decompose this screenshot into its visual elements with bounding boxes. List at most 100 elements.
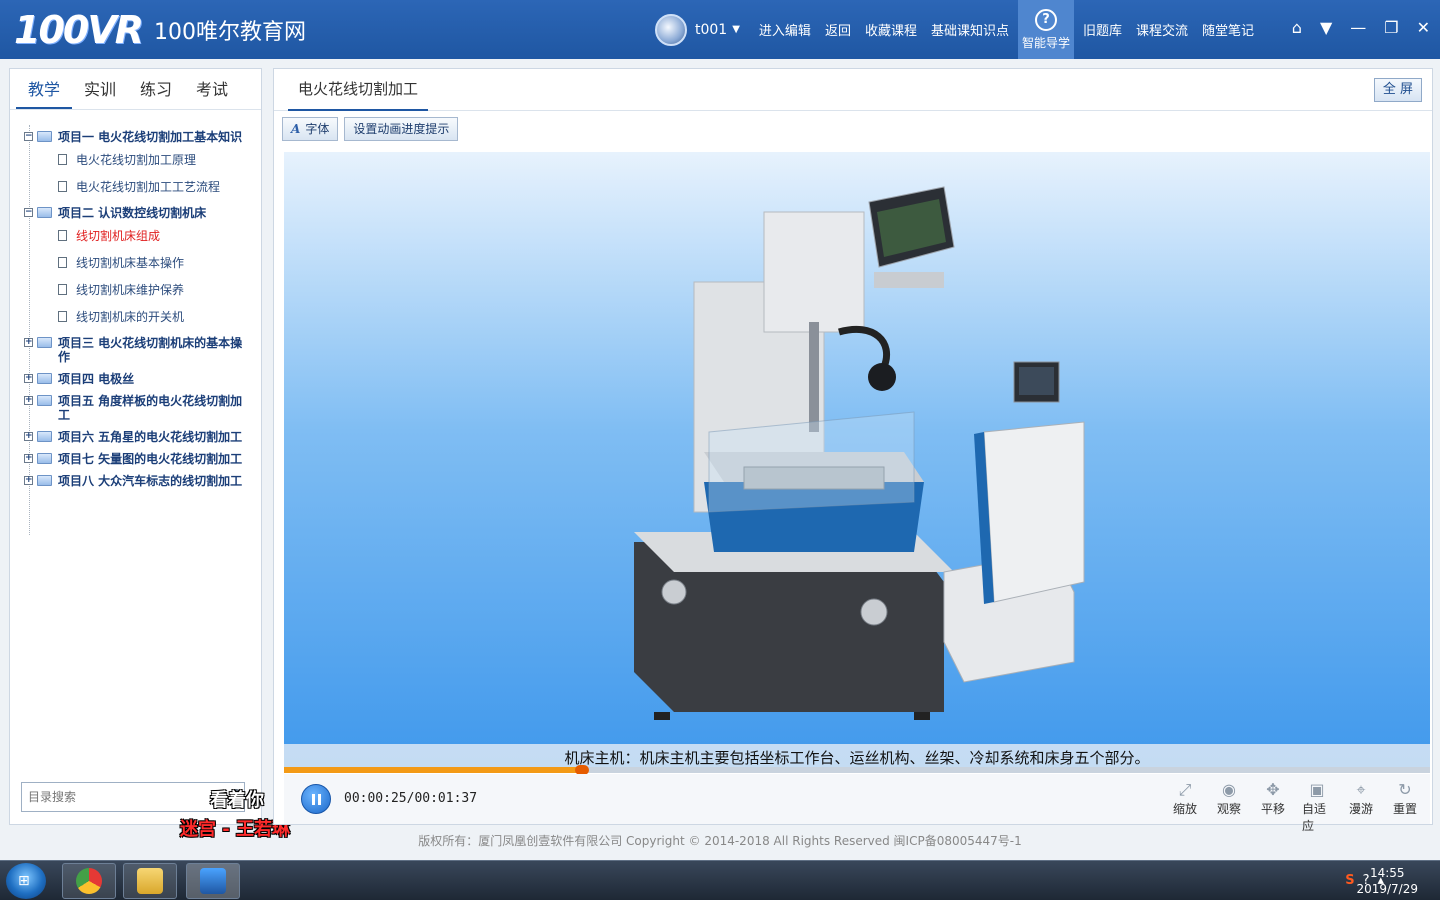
folder-icon <box>37 337 52 348</box>
nav-course-discussion[interactable]: 课程交流 <box>1136 20 1188 39</box>
handwheel-left <box>661 579 687 605</box>
expand-icon[interactable]: + <box>24 396 33 405</box>
handwheel-front <box>860 598 888 626</box>
catalog-tree: − 项目一 电火花线切割加工基本知识 电火花线切割加工原理 电火花线切割加工工艺… <box>10 110 261 535</box>
document-icon <box>58 256 67 268</box>
nav-old-question-bank[interactable]: 旧题库 <box>1083 20 1122 39</box>
tree-leaf[interactable]: 电火花线切割加工原理 <box>58 152 261 167</box>
tree-node-project-6[interactable]: + 项目六 五角星的电火花线切割加工 <box>24 430 261 444</box>
pause-button[interactable] <box>301 784 331 814</box>
pan-label: 平移 <box>1260 802 1285 816</box>
expand-icon[interactable]: + <box>24 432 33 441</box>
playback-progress-bar[interactable] <box>284 765 1430 775</box>
tree-node-project-3[interactable]: + 项目三 电火花线切割机床的基本操作 <box>24 336 261 364</box>
roam-label: 漫游 <box>1348 802 1373 816</box>
pan-button[interactable]: ✥ 平移 <box>1258 780 1288 834</box>
wire-edm-machine-model <box>634 186 1085 720</box>
user-name: t001 <box>695 21 728 38</box>
minimize-icon[interactable]: — <box>1350 18 1366 37</box>
tab-teaching[interactable]: 教学 <box>16 69 73 109</box>
zoom-button[interactable]: ⤢ 缩放 <box>1170 780 1200 834</box>
nav-notes[interactable]: 随堂笔记 <box>1202 20 1254 39</box>
collapse-icon[interactable]: − <box>24 208 33 217</box>
reset-label: 重置 <box>1392 802 1417 816</box>
tree-leaf[interactable]: 电火花线切割加工工艺流程 <box>58 179 261 194</box>
progress-fill <box>284 767 582 773</box>
nav-back[interactable]: 返回 <box>825 20 851 39</box>
content-panel: 电火花线切割加工 全 屏 A 字体 设置动画进度提示 机床主机：机床主机主要包括… <box>273 68 1433 833</box>
clock-date: 2019/7/29 <box>1356 882 1418 896</box>
folder-open-icon <box>37 131 52 142</box>
fit-button[interactable]: ▣ 自适应 <box>1302 780 1332 834</box>
roam-button[interactable]: ⌖ 漫游 <box>1346 780 1376 834</box>
expand-icon[interactable]: + <box>24 454 33 463</box>
monitor-arm <box>874 272 944 288</box>
tree-leaf[interactable]: 线切割机床维护保养 <box>58 282 261 297</box>
fullscreen-button[interactable]: 全 屏 <box>1373 78 1422 102</box>
logo[interactable]: 100VR 100唯尔教育网 <box>14 8 306 52</box>
tree-leaf[interactable]: 线切割机床基本操作 <box>58 255 261 270</box>
user-menu[interactable]: t001 ▼ <box>695 22 740 38</box>
fit-icon: ▣ <box>1309 780 1325 799</box>
tree-node-project-5[interactable]: + 项目五 角度样板的电火花线切割加工 <box>24 394 261 422</box>
3d-viewer[interactable]: 机床主机：机床主机主要包括坐标工作台、运丝机构、丝架、冷却系统和床身五个部分。 <box>284 152 1430 772</box>
windows-logo-icon: ⊞ <box>18 873 30 889</box>
view-controls: ⤢ 缩放 ◉ 观察 ✥ 平移 ▣ 自适应 ⌖ 漫游 ↻ 重置 <box>1170 780 1420 834</box>
content-tabbar: 电火花线切割加工 全 屏 <box>274 69 1432 111</box>
close-icon[interactable]: ✕ <box>1417 18 1430 37</box>
tree-node-project-2[interactable]: − 项目二 认识数控线切割机床 <box>24 206 261 220</box>
cabinet-monitor-screen <box>1019 367 1054 395</box>
system-clock[interactable]: 14:55 2019/7/29 <box>1356 865 1418 897</box>
catalog-panel: 教学 实训 练习 考试 − 项目一 电火花线切割加工基本知识 电火花线切割加工原… <box>9 68 262 825</box>
lamp-head <box>868 363 896 391</box>
tab-exam[interactable]: 考试 <box>184 69 240 109</box>
nav-knowledge-points[interactable]: 基础课知识点 <box>931 20 1009 39</box>
expand-icon[interactable]: + <box>24 374 33 383</box>
location-pin-icon: ⌖ <box>1356 780 1366 799</box>
taskbar-100vr-app[interactable] <box>186 863 240 899</box>
tree-node-project-8[interactable]: + 项目八 大众汽车标志的线切割加工 <box>24 474 261 488</box>
taskbar-explorer[interactable] <box>123 863 177 899</box>
nav-smart-guide[interactable]: ? 智能导学 <box>1017 0 1074 59</box>
taskbar-chrome[interactable] <box>62 863 116 899</box>
tree-node-project-4[interactable]: + 项目四 电极丝 <box>24 372 261 386</box>
home-icon[interactable]: ⌂ <box>1292 18 1302 37</box>
nav-enter-edit[interactable]: 进入编辑 <box>759 20 811 39</box>
expand-icon[interactable]: + <box>24 476 33 485</box>
tree-node-project-7[interactable]: + 项目七 矢量图的电火花线切割加工 <box>24 452 261 466</box>
dropdown-icon[interactable]: ▼ <box>1320 18 1332 37</box>
foot <box>654 712 670 720</box>
expand-icon[interactable]: + <box>24 338 33 347</box>
user-avatar[interactable] <box>655 13 687 46</box>
tab-practice[interactable]: 练习 <box>128 69 184 109</box>
font-icon: A <box>291 122 301 136</box>
tree-node-label: 项目四 电极丝 <box>58 372 135 386</box>
maximize-icon[interactable]: ❐ <box>1384 18 1398 37</box>
start-button[interactable]: ⊞ <box>6 863 46 899</box>
machine-head <box>763 211 865 333</box>
tree-node-label: 项目三 电火花线切割机床的基本操作 <box>58 336 243 364</box>
app-icon <box>200 868 226 894</box>
font-button[interactable]: A 字体 <box>282 117 339 141</box>
nav-favorite-course[interactable]: 收藏课程 <box>865 20 917 39</box>
folder-icon <box>137 868 163 894</box>
tab-training[interactable]: 实训 <box>72 69 128 109</box>
chevron-down-icon: ▼ <box>732 24 740 35</box>
top-nav: t001 ▼ 进入编辑 返回 收藏课程 基础课知识点 ? 智能导学 旧题库 课程… <box>655 0 1261 59</box>
tree-node-project-1[interactable]: − 项目一 电火花线切割加工基本知识 <box>24 130 261 144</box>
collapse-icon[interactable]: − <box>24 132 33 141</box>
reset-button[interactable]: ↻ 重置 <box>1390 780 1420 834</box>
app-header: 100VR 100唯尔教育网 t001 ▼ 进入编辑 返回 收藏课程 基础课知识… <box>0 0 1440 59</box>
reset-icon: ↻ <box>1398 780 1412 799</box>
folder-icon <box>37 453 52 464</box>
lamp-arm <box>838 325 891 369</box>
ime-icon[interactable]: S <box>1345 873 1354 888</box>
control-cabinet <box>983 421 1085 603</box>
tab-content-title[interactable]: 电火花线切割加工 <box>288 69 429 111</box>
document-icon <box>58 180 67 192</box>
tree-leaf[interactable]: 线切割机床的开关机 <box>58 309 261 324</box>
progress-hint-button[interactable]: 设置动画进度提示 <box>344 117 459 141</box>
tree-leaf-active[interactable]: 线切割机床组成 <box>58 228 261 243</box>
windows-taskbar: ⊞ S ? ▴ 14:55 2019/7/29 <box>0 860 1440 900</box>
observe-button[interactable]: ◉ 观察 <box>1214 780 1244 834</box>
